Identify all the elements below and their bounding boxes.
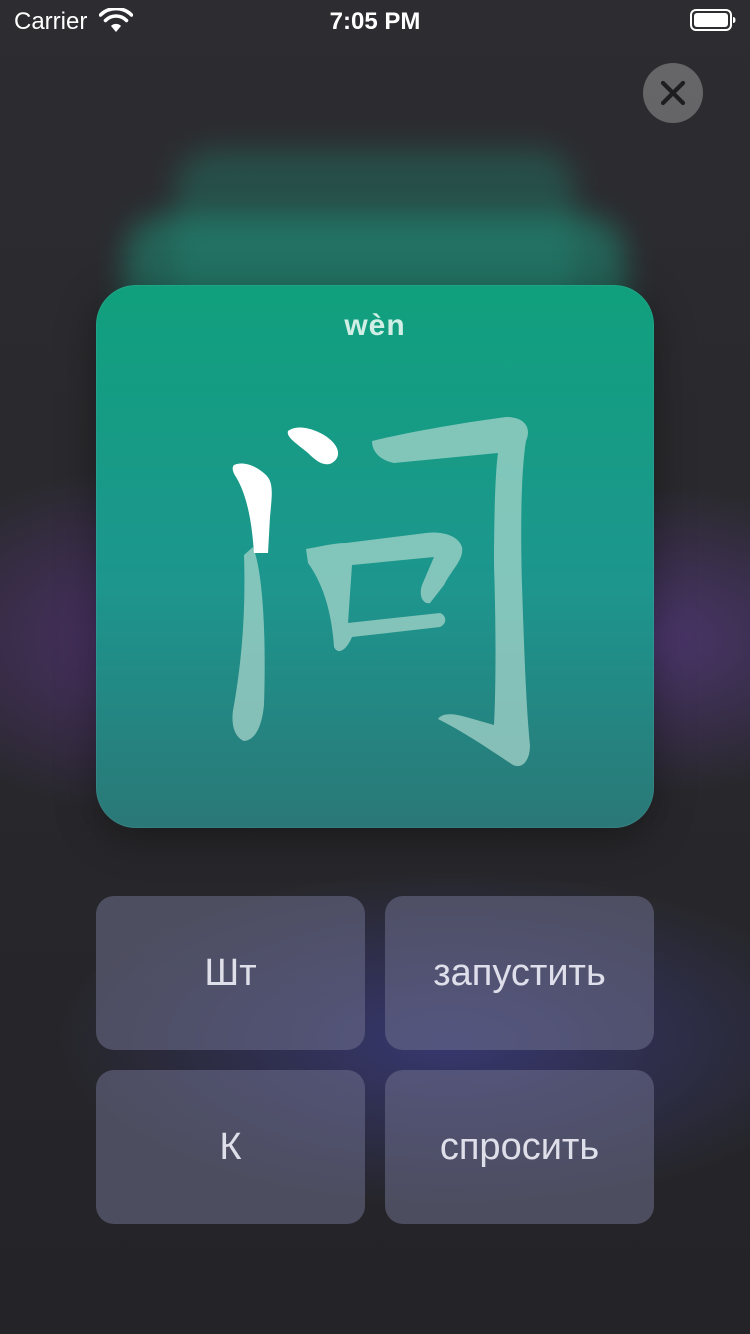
answer-button-2[interactable]: запустить (385, 896, 654, 1050)
answer-label: запустить (433, 951, 606, 994)
flashcard[interactable]: wèn 问 (96, 285, 654, 828)
answer-label: К (219, 1125, 242, 1168)
answer-label: спросить (439, 1125, 600, 1168)
battery-icon (690, 9, 736, 31)
hanzi-stroke-drawing (232, 417, 530, 767)
answer-button-4[interactable]: спросить (385, 1070, 654, 1224)
answer-button-1[interactable]: Шт (96, 896, 365, 1050)
clock: 7:05 PM (329, 8, 421, 35)
close-button[interactable] (643, 63, 703, 123)
answer-button-3[interactable]: К (96, 1070, 365, 1224)
answer-label: Шт (204, 951, 257, 994)
status-bar: Carrier 7:05 PM (0, 0, 750, 40)
close-icon (660, 80, 686, 106)
